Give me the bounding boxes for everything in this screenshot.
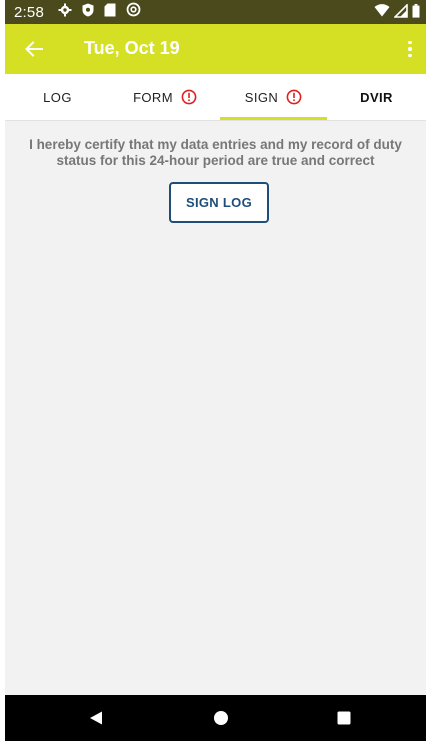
status-time: 2:58: [14, 3, 44, 21]
shield-icon: [82, 3, 94, 22]
at-sign-icon: [126, 2, 141, 22]
nav-recents-icon[interactable]: [332, 707, 356, 729]
tab-sign[interactable]: SIGN: [220, 74, 327, 120]
alert-icon: [286, 89, 302, 105]
back-arrow-icon[interactable]: [19, 34, 49, 64]
sign-log-button[interactable]: SIGN LOG: [169, 182, 269, 223]
app-screen: 2:58 Tue, Oct 19 LOG FORM SIGN DVIR I he…: [5, 0, 426, 741]
selected-tab-indicator: [220, 117, 327, 120]
app-bar: Tue, Oct 19: [5, 24, 426, 74]
signal-icon: [393, 3, 408, 23]
tab-form[interactable]: FORM: [110, 74, 220, 120]
status-icons-left: [58, 2, 141, 22]
system-nav-bar: [5, 695, 426, 741]
tab-label: FORM: [133, 89, 173, 105]
alert-icon: [181, 89, 197, 105]
status-icons-right: [374, 3, 420, 23]
wifi-icon: [374, 4, 390, 23]
sd-card-icon: [104, 3, 116, 22]
sign-content: I hereby certify that my data entries an…: [5, 121, 426, 223]
nav-home-icon[interactable]: [209, 707, 233, 729]
nav-back-icon[interactable]: [84, 707, 108, 729]
more-vert-icon[interactable]: [402, 36, 418, 62]
status-bar: 2:58: [5, 0, 426, 24]
gear-icon: [58, 3, 72, 22]
tab-bar: LOG FORM SIGN DVIR: [5, 74, 426, 121]
tab-label: LOG: [43, 89, 72, 105]
tab-label: DVIR: [360, 89, 393, 105]
tab-dvir[interactable]: DVIR: [327, 74, 426, 120]
tab-log[interactable]: LOG: [5, 74, 110, 120]
battery-icon: [412, 4, 420, 23]
page-title: Tue, Oct 19: [84, 38, 180, 58]
certification-text: I hereby certify that my data entries an…: [29, 137, 402, 168]
tab-label: SIGN: [244, 89, 279, 105]
